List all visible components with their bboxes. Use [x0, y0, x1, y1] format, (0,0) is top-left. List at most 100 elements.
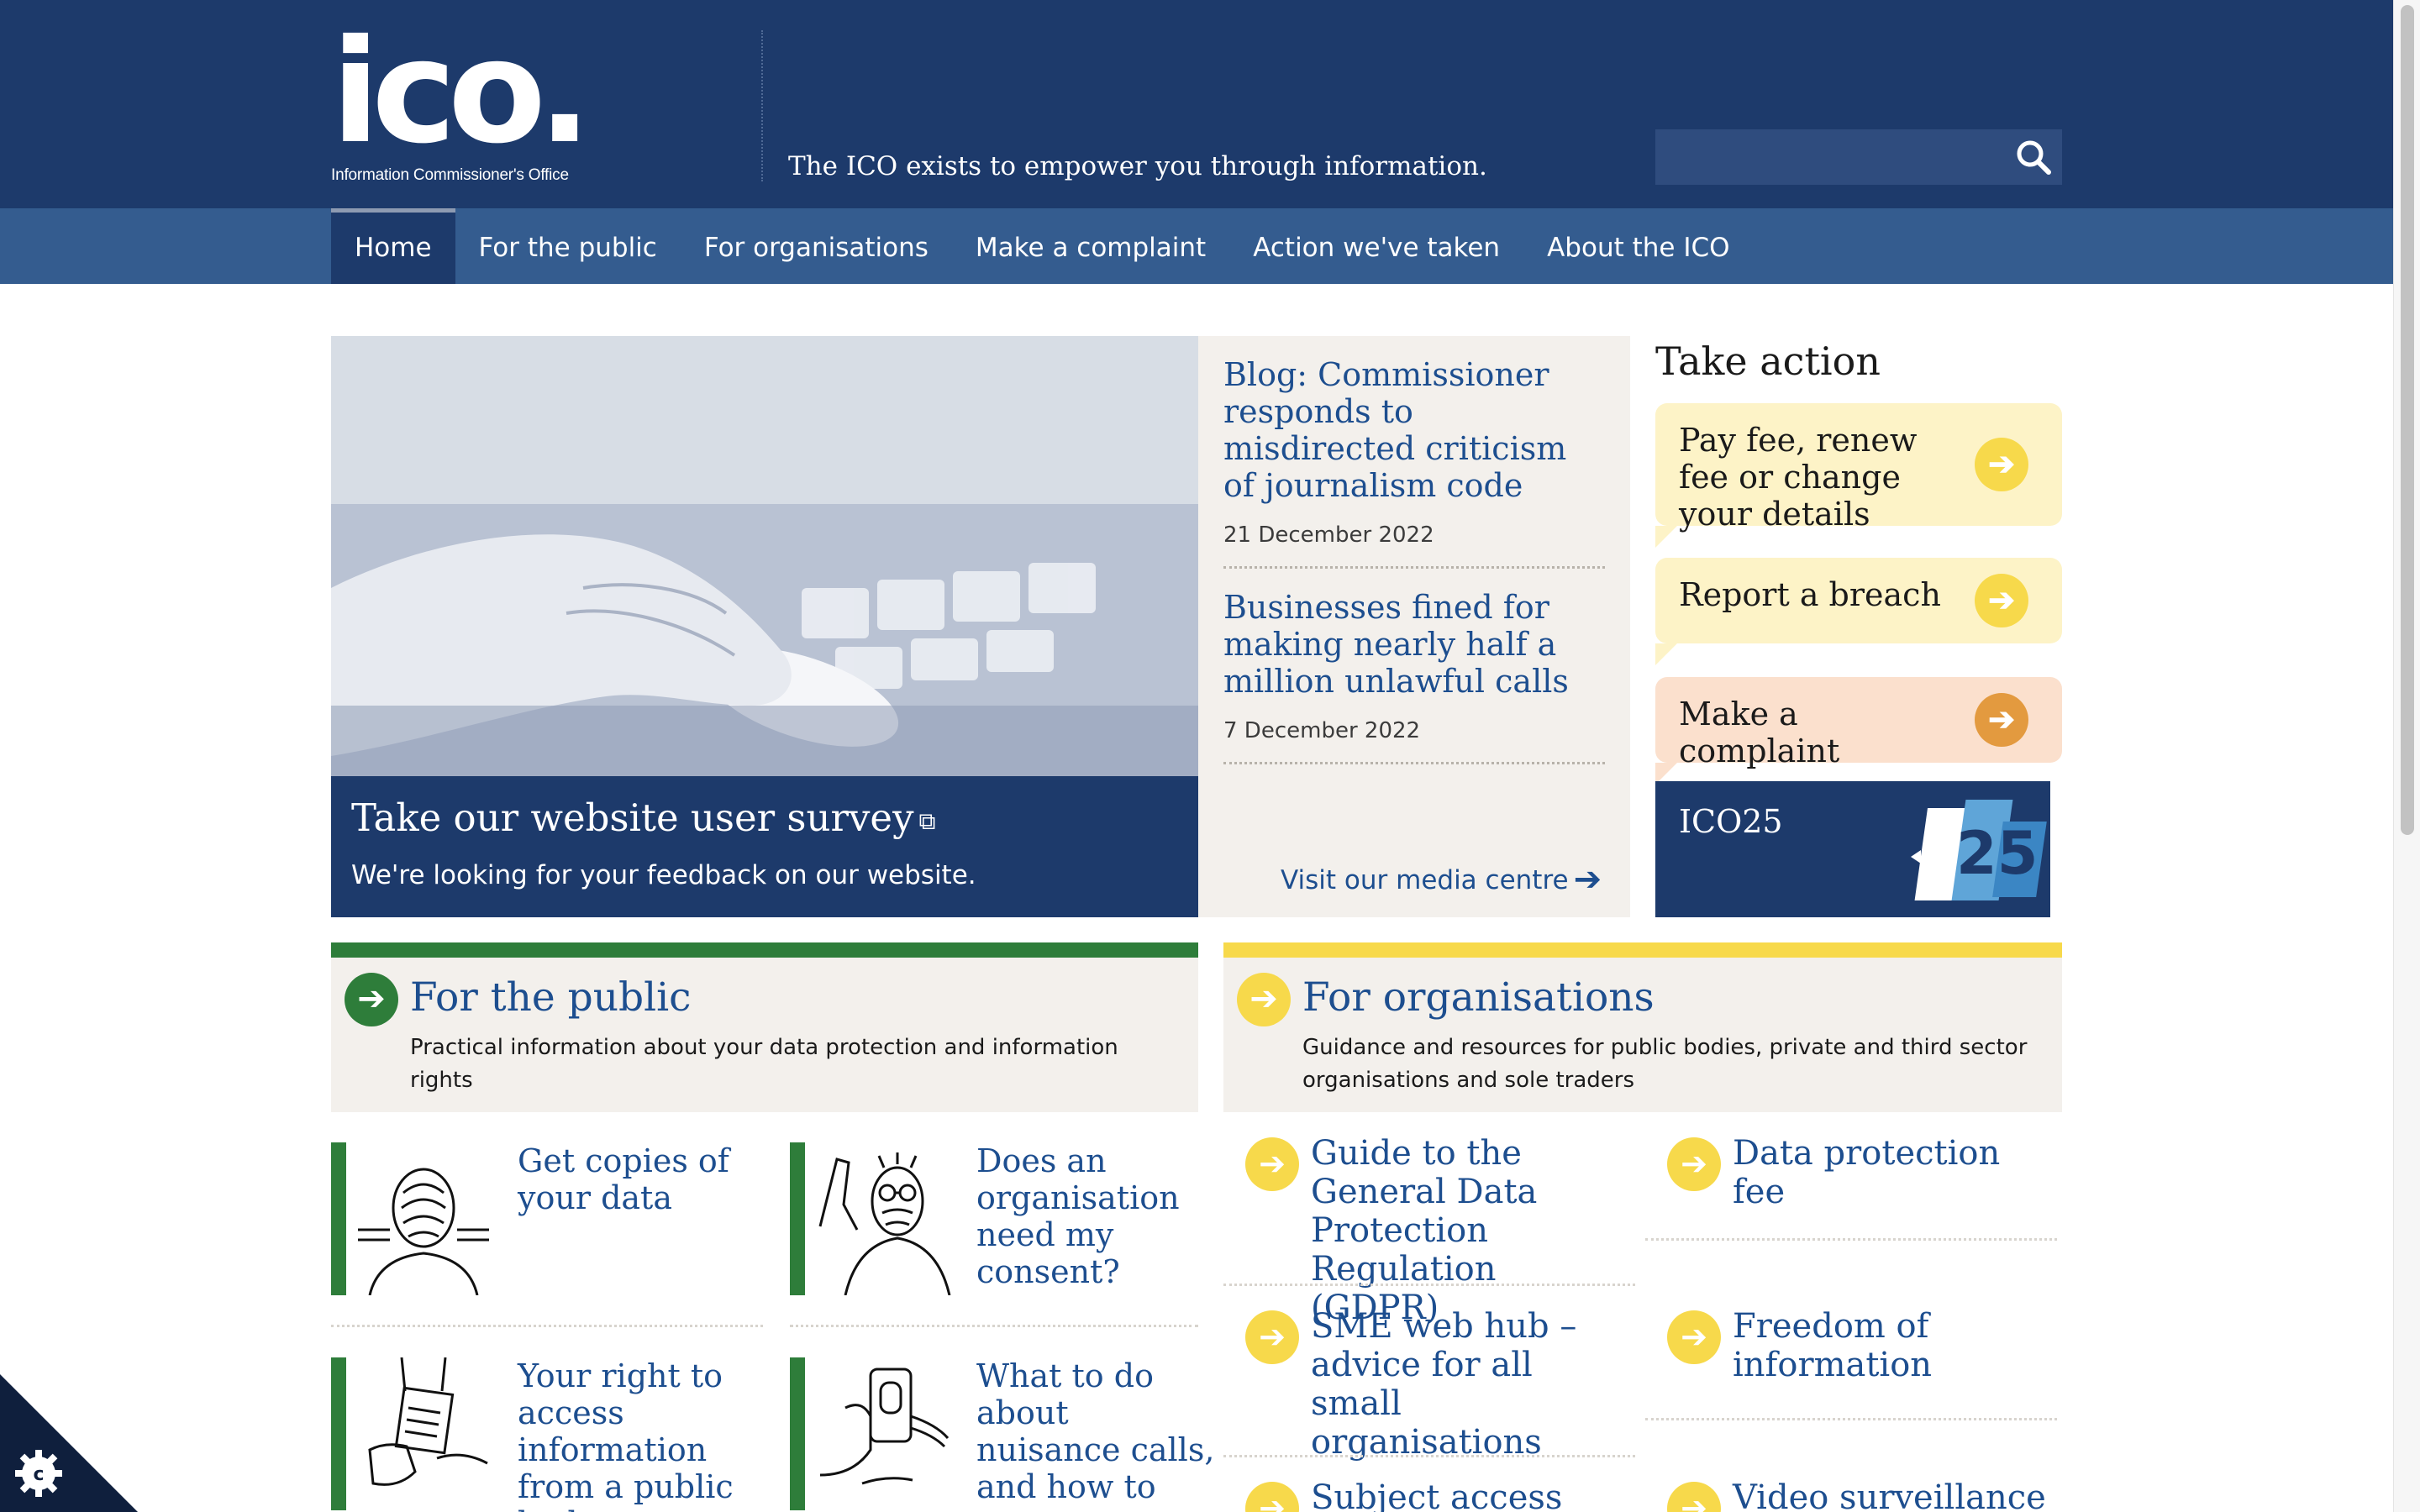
- hero-subtitle: We're looking for your feedback on our w…: [351, 859, 976, 890]
- nav-item-make-a-complaint[interactable]: Make a complaint: [952, 208, 1229, 284]
- arrow-right-icon: ➔: [1245, 1137, 1299, 1191]
- header-divider: [761, 30, 763, 181]
- tile-stripe: [790, 1142, 805, 1295]
- pay-fee-card[interactable]: Pay fee, renew fee or change your detail…: [1655, 403, 2062, 548]
- for-organisations-title[interactable]: For organisations: [1302, 974, 1655, 1021]
- logo-wordmark: ico.: [331, 9, 592, 176]
- cookie-corner-shape: c: [0, 1374, 138, 1512]
- hero-title[interactable]: Take our website user survey ⧉: [351, 795, 1178, 845]
- thinking-person-illustration-icon: [818, 1152, 951, 1295]
- org-tile-label: Data protection fee: [1733, 1134, 2001, 1211]
- for-the-public-header: ➔ For the public Practical information a…: [331, 942, 1198, 1112]
- gear-icon: c: [15, 1450, 62, 1497]
- ico25-logo-icon: 25: [1911, 800, 2047, 900]
- public-tile-label: Does an organisation need my consent?: [976, 1142, 1180, 1290]
- for-the-public-title[interactable]: For the public: [410, 974, 692, 1021]
- org-tile-label: SME web hub – advice for all small organ…: [1311, 1307, 1577, 1462]
- org-divider: [1645, 1418, 2057, 1420]
- make-complaint-label: Make a complaint: [1679, 696, 1840, 769]
- nav-item-home[interactable]: Home: [331, 208, 455, 284]
- public-accent-bar: [331, 942, 1198, 958]
- news-item: Blog: Commissioner responds to misdirect…: [1223, 356, 1605, 569]
- public-tile-nuisance-calls[interactable]: What to do about nuisance calls, and how…: [790, 1357, 1222, 1512]
- tile-stripe: [331, 1357, 346, 1510]
- org-divider: [1645, 1238, 2057, 1241]
- org-tile-label: Subject access requests: [1311, 1478, 1563, 1512]
- main-navigation: Home For the public For organisations Ma…: [0, 208, 2393, 284]
- arrow-right-icon: ➔: [1245, 1482, 1299, 1512]
- tile-stripe: [790, 1357, 805, 1510]
- arrow-right-icon: ➔: [1237, 973, 1291, 1026]
- take-action-heading: Take action: [1655, 339, 1881, 384]
- arrow-right-icon: ➔: [1245, 1310, 1299, 1364]
- news-title-link[interactable]: Blog: Commissioner responds to misdirect…: [1223, 356, 1605, 504]
- public-tile-consent[interactable]: Does an organisation need my consent?: [790, 1142, 1222, 1327]
- cookie-settings-button[interactable]: c: [0, 1374, 138, 1512]
- hand-holding-phone-illustration-icon: [819, 1368, 950, 1485]
- tile-divider: [331, 1325, 763, 1327]
- news-title-link[interactable]: Businesses fined for making nearly half …: [1223, 589, 1605, 700]
- org-divider: [1223, 1455, 1635, 1457]
- scrollbar-thumb[interactable]: [2401, 5, 2414, 835]
- org-tile-data-protection-fee[interactable]: ➔ Data protection fee: [1645, 1134, 2059, 1285]
- search-icon: [2017, 140, 2051, 175]
- organisations-accent-bar: [1223, 942, 2062, 958]
- nav-item-for-the-public[interactable]: For the public: [455, 208, 681, 284]
- report-breach-card[interactable]: Report a breach ➔: [1655, 558, 2062, 665]
- news-date: 21 December 2022: [1223, 522, 1434, 548]
- org-tile-freedom-of-information[interactable]: ➔ Freedom of information: [1645, 1307, 2059, 1433]
- arrow-right-icon: ➔: [1667, 1310, 1721, 1364]
- ico25-card[interactable]: ICO25 25: [1655, 781, 2050, 917]
- search-input[interactable]: [1655, 129, 2000, 185]
- take-action-panel: Take action Pay fee, renew fee or change…: [1655, 336, 2062, 917]
- tile-stripe: [331, 1142, 346, 1295]
- page-scrollbar[interactable]: [2393, 0, 2420, 1512]
- media-centre-link[interactable]: Visit our media centre ➔: [1281, 860, 1602, 899]
- public-tile-get-copies[interactable]: Get copies of your data: [331, 1142, 763, 1327]
- org-tile-gdpr-guide[interactable]: ➔ Guide to the General Data Protection R…: [1223, 1134, 1637, 1327]
- pay-fee-label: Pay fee, renew fee or change your detail…: [1679, 422, 1918, 533]
- org-tile-subject-access[interactable]: ➔ Subject access requests: [1223, 1478, 1637, 1512]
- site-header: ico. Information Commissioner's Office T…: [0, 0, 2393, 208]
- person-with-document-illustration-icon: [368, 1357, 488, 1486]
- search-button[interactable]: [2013, 137, 2054, 177]
- search-box: [1655, 129, 2062, 185]
- news-item: Businesses fined for making nearly half …: [1223, 589, 1605, 764]
- public-tile-label: What to do about nuisance calls, and how…: [976, 1357, 1215, 1512]
- org-tile-label: Freedom of information: [1733, 1307, 1933, 1384]
- nav-item-action-taken[interactable]: Action we've taken: [1229, 208, 1523, 284]
- arrow-right-icon: ➔: [345, 973, 398, 1026]
- nav-item-for-organisations[interactable]: For organisations: [681, 208, 952, 284]
- fingerprint-face-illustration-icon: [358, 1168, 489, 1295]
- org-tile-sme-web-hub[interactable]: ➔ SME web hub – advice for all small org…: [1223, 1307, 1637, 1462]
- hero-caption-panel: Take our website user survey ⧉ We're look…: [331, 776, 1198, 917]
- tile-divider: [790, 1325, 1198, 1327]
- nav-item-about[interactable]: About the ICO: [1523, 208, 1753, 284]
- arrow-right-icon: ➔: [1975, 693, 2028, 747]
- org-divider: [1223, 1284, 1635, 1286]
- org-tile-label: Video surveillance: [1733, 1478, 2046, 1512]
- org-tile-video-surveillance[interactable]: ➔ Video surveillance: [1645, 1478, 2059, 1512]
- arrow-right-icon: ➔: [1975, 438, 2028, 491]
- ico-logo[interactable]: ico. Information Commissioner's Office: [331, 9, 600, 185]
- for-organisations-header: ➔ For organisations Guidance and resourc…: [1223, 942, 2062, 1112]
- for-organisations-description: Guidance and resources for public bodies…: [1302, 1035, 2028, 1093]
- make-complaint-card[interactable]: Make a complaint ➔: [1655, 677, 2062, 785]
- ico25-logo-badge: 25: [1956, 819, 2038, 888]
- svg-text:c: c: [33, 1464, 44, 1485]
- media-centre-link-text: Visit our media centre: [1281, 865, 1569, 895]
- news-panel: Blog: Commissioner responds to misdirect…: [1198, 336, 1630, 917]
- hero-title-text: Take our website user survey: [351, 795, 914, 840]
- arrow-right-icon: ➔: [1573, 860, 1602, 899]
- arrow-right-icon: ➔: [1667, 1137, 1721, 1191]
- hero-survey-promo[interactable]: Take our website user survey ⧉ We're look…: [331, 336, 1198, 917]
- external-link-icon: ⧉: [918, 806, 936, 835]
- public-tile-label: Get copies of your data: [518, 1142, 729, 1216]
- report-breach-label: Report a breach: [1679, 576, 1941, 613]
- arrow-right-icon: ➔: [1975, 574, 2028, 627]
- hero-image-hand-on-mouse: [331, 336, 1198, 776]
- public-tile-access-public-body[interactable]: Your right to access information from a …: [331, 1357, 763, 1512]
- arrow-right-icon: ➔: [1667, 1482, 1721, 1512]
- news-date: 7 December 2022: [1223, 718, 1421, 743]
- for-the-public-description: Practical information about your data pr…: [410, 1035, 1118, 1093]
